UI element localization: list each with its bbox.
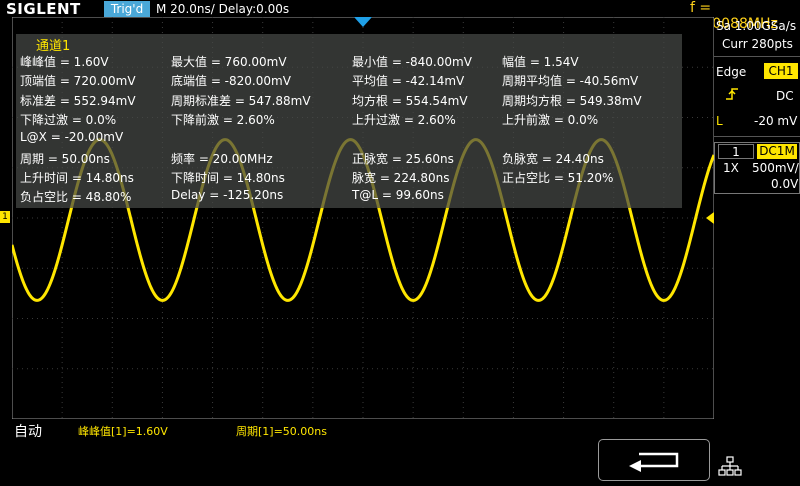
measurement-item: 上升时间 = 14.80ns bbox=[20, 170, 134, 185]
measurement-item: 周期均方根 = 549.38mV bbox=[502, 93, 642, 108]
channel1-coupling-badge: DC1M bbox=[757, 144, 797, 159]
measurement-item: 下降前激 = 2.60% bbox=[171, 112, 275, 127]
memory-depth: Curr 280pts bbox=[722, 37, 793, 51]
measurement-item: 周期 = 50.00ns bbox=[20, 151, 110, 166]
measurement-item: 负脉宽 = 24.40ns bbox=[502, 151, 604, 166]
measurement-item: 标准差 = 552.94mV bbox=[20, 93, 136, 108]
measurement-item: 平均值 = -42.14mV bbox=[352, 74, 465, 89]
measurement-item: 下降过激 = 0.0% bbox=[20, 112, 117, 127]
trigger-mode[interactable]: 自动 bbox=[14, 421, 42, 441]
probe-ratio: 1X bbox=[723, 161, 739, 175]
rising-edge-icon bbox=[726, 88, 738, 100]
trigger-type[interactable]: Edge bbox=[716, 65, 746, 79]
trigger-source-badge[interactable]: CH1 bbox=[764, 63, 798, 79]
measurement-item: T@L = 99.60ns bbox=[352, 188, 444, 203]
measurement-item: 正占空比 = 51.20% bbox=[502, 170, 614, 185]
measurement-item: 上升前激 = 0.0% bbox=[502, 112, 599, 127]
sample-rate: Sa 1.00GSa/s bbox=[716, 19, 797, 33]
trigger-coupling[interactable]: DC bbox=[776, 89, 794, 103]
bottom-measure-vpp: 峰峰值[1]=1.60V bbox=[78, 425, 168, 438]
measurement-item: 顶端值 = 720.00mV bbox=[20, 74, 136, 89]
brand-logo: SIGLENT bbox=[6, 0, 81, 18]
trigger-level-label: L bbox=[716, 114, 723, 128]
measurement-item: 负占空比 = 48.80% bbox=[20, 190, 132, 205]
measurement-item: 底端值 = -820.00mV bbox=[171, 74, 291, 89]
vertical-scale: 500mV/ bbox=[752, 161, 799, 175]
return-arrow-icon bbox=[629, 452, 679, 472]
measurement-item: 均方根 = 554.54mV bbox=[352, 93, 468, 108]
measurement-item: 上升过激 = 2.60% bbox=[352, 112, 456, 127]
measurement-item: 最小值 = -840.00mV bbox=[352, 55, 472, 69]
channel1-info-box[interactable]: 1 DC1M 1X 500mV/ 0.0V bbox=[714, 142, 800, 194]
channel1-offset-marker[interactable]: 1 bbox=[0, 211, 10, 223]
measurement-channel-title: 通道1 bbox=[36, 39, 71, 54]
measurement-panel: 通道1 峰峰值 = 1.60V 最大值 = 760.00mV 最小值 = -840.… bbox=[16, 34, 682, 208]
timebase-delay-readout: M 20.0ns/ Delay:0.00s bbox=[156, 2, 290, 16]
network-icon bbox=[718, 456, 742, 476]
top-status-bar: SIGLENT Trig'd M 20.0ns/ Delay:0.00s f =… bbox=[0, 0, 800, 32]
bottom-bar: 自动 峰峰值[1]=1.60V 周期[1]=50.00ns bbox=[0, 420, 800, 481]
measurement-item: 周期平均值 = -40.56mV bbox=[502, 74, 639, 89]
measurement-item: L@X = -20.00mV bbox=[20, 130, 124, 145]
bottom-measure-period: 周期[1]=50.00ns bbox=[236, 425, 327, 438]
measurement-item: Delay = -125.20ns bbox=[171, 188, 284, 203]
trigger-status-badge: Trig'd bbox=[104, 1, 150, 17]
vertical-offset: 0.0V bbox=[771, 177, 799, 191]
measurement-item: 周期标准差 = 547.88mV bbox=[171, 93, 311, 108]
channel1-number: 1 bbox=[718, 144, 754, 159]
trigger-level-value[interactable]: -20 mV bbox=[754, 114, 797, 128]
measurement-item: 频率 = 20.00MHz bbox=[171, 151, 273, 166]
measurement-item: 正脉宽 = 25.60ns bbox=[352, 151, 454, 166]
measurement-item: 幅值 = 1.54V bbox=[502, 55, 579, 69]
measurement-item: 峰峰值 = 1.60V bbox=[20, 55, 109, 69]
measurement-item: 下降时间 = 14.80ns bbox=[171, 170, 285, 185]
trigger-position-marker[interactable] bbox=[354, 17, 372, 27]
trigger-level-marker[interactable] bbox=[706, 212, 714, 224]
measurement-item: 脉宽 = 224.80ns bbox=[352, 170, 450, 185]
back-button[interactable] bbox=[598, 439, 710, 481]
measurement-item: 最大值 = 760.00mV bbox=[171, 55, 287, 69]
